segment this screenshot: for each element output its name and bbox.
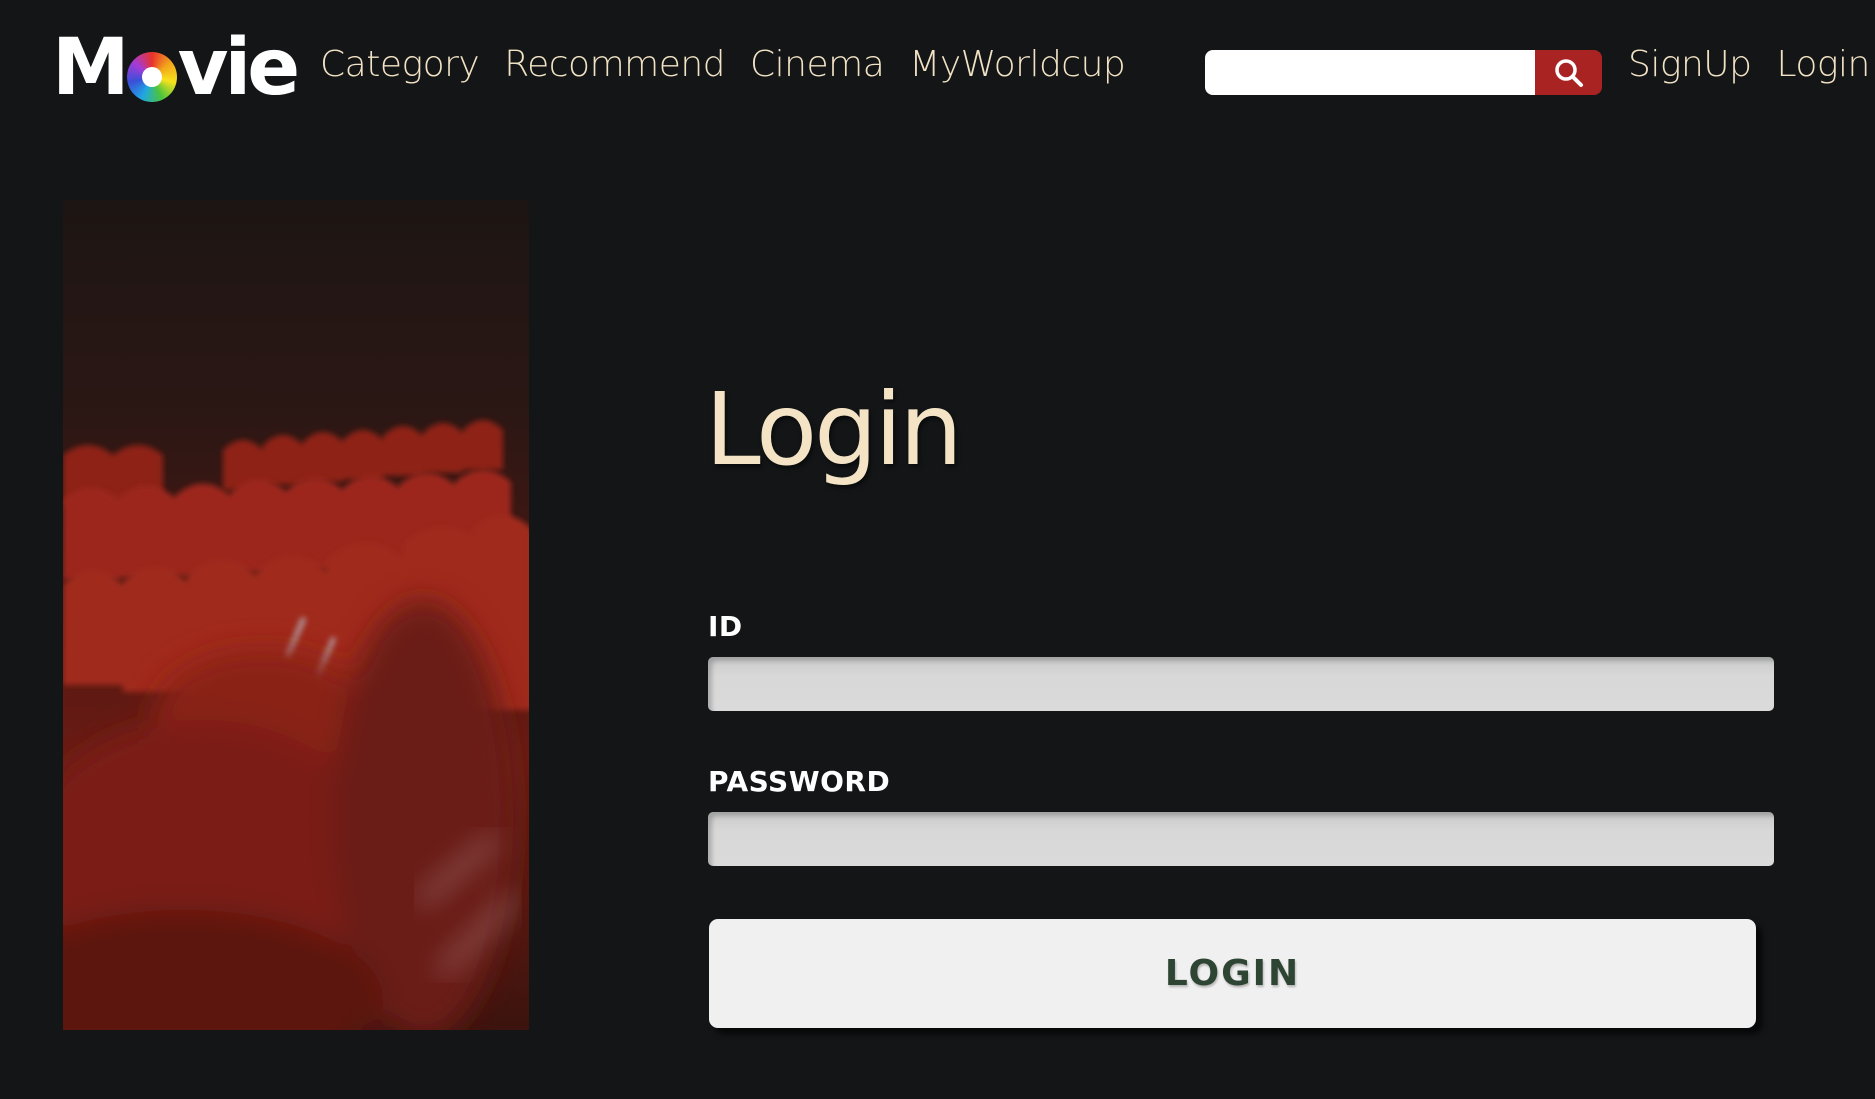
password-field[interactable] (708, 812, 1774, 866)
site-header: Mvie Category Recommend Cinema MyWorldcu… (0, 0, 1875, 140)
nav-cinema[interactable]: Cinema (750, 44, 885, 85)
search-icon (1554, 58, 1583, 87)
movie-logo[interactable]: Mvie (52, 23, 301, 113)
cinema-seats-image (63, 200, 529, 1030)
search-box (1205, 50, 1602, 95)
logo-letter-m: M (52, 23, 130, 113)
password-label: PASSWORD (708, 765, 891, 798)
nav-myworldcup[interactable]: MyWorldcup (909, 44, 1126, 85)
nav-category[interactable]: Category (320, 44, 480, 85)
login-submit-button[interactable]: LOGIN (709, 919, 1756, 1028)
id-field[interactable] (708, 657, 1774, 711)
page-title: Login (705, 371, 963, 488)
search-button[interactable] (1535, 50, 1602, 95)
logo-color-wheel-icon (126, 52, 177, 102)
search-input[interactable] (1205, 50, 1535, 95)
cinema-seats-illustration (63, 200, 529, 1030)
nav-recommend[interactable]: Recommend (504, 44, 725, 85)
login-link[interactable]: Login (1776, 44, 1870, 85)
main-nav: Category Recommend Cinema MyWorldcup (320, 44, 1150, 85)
auth-links: SignUp Login (1628, 44, 1870, 85)
logo-letters-vie: vie (177, 23, 301, 113)
id-label: ID (708, 610, 743, 643)
signup-link[interactable]: SignUp (1628, 44, 1752, 85)
